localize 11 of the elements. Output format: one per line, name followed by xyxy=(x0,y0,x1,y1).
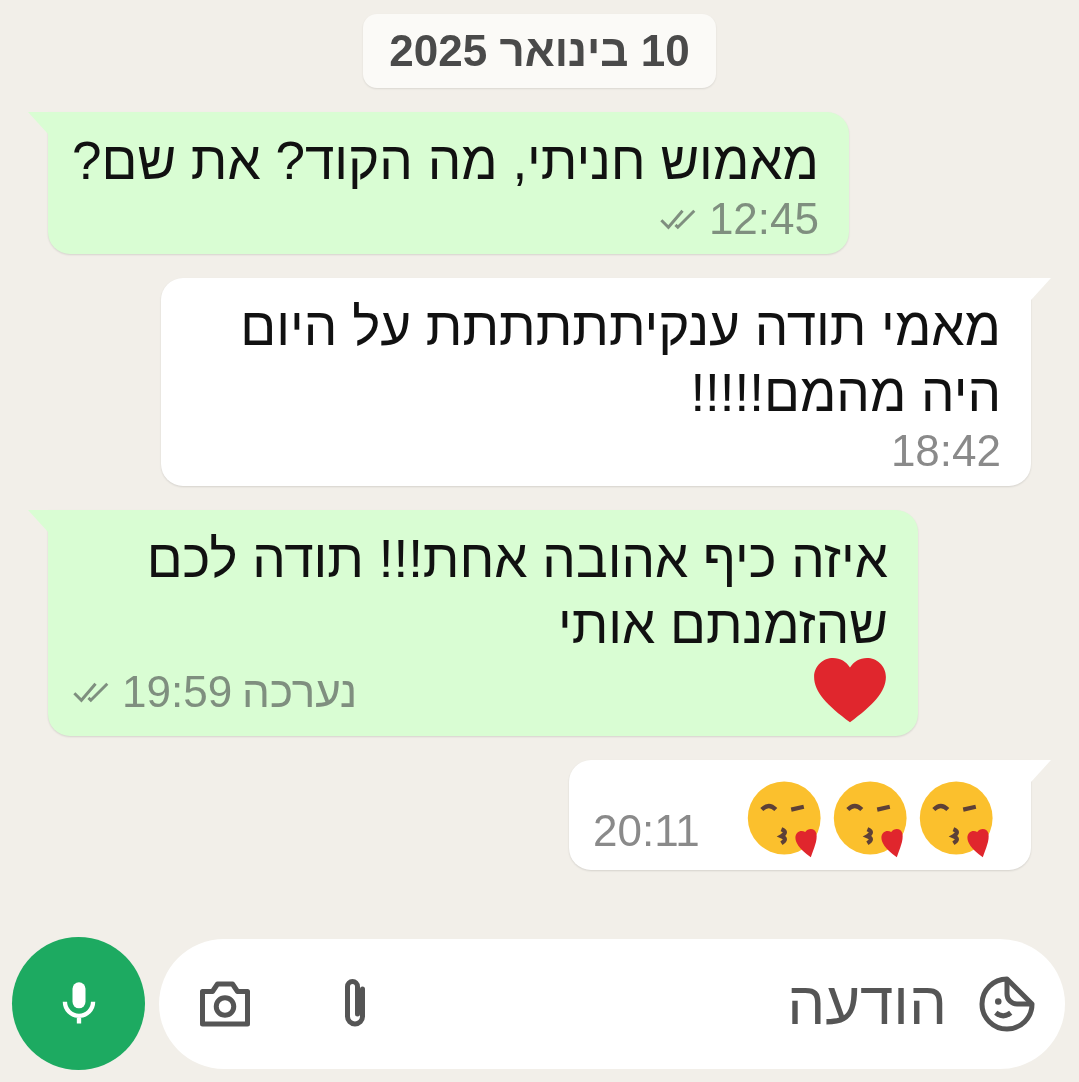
edited-label: נערכה xyxy=(242,667,358,717)
message-time: 20:11 xyxy=(593,806,700,856)
message-text: מאמוש חניתי, מה הקוד? את שם? xyxy=(72,130,819,192)
message-input[interactable]: הודעה xyxy=(415,969,947,1038)
message-time: 19:59 xyxy=(122,667,233,717)
message-text: מאמי תודה ענקיתתתתתת על היום היה מהמם!!!!! xyxy=(239,296,1001,424)
message-text: איזה כיף אהובה אחת!!! תודה לכם שהזמנתם אותי xyxy=(145,528,888,656)
message-time: 18:42 xyxy=(890,426,1001,476)
date-chip: 10 בינואר 2025 xyxy=(363,14,716,88)
message-time: 12:45 xyxy=(708,194,819,244)
composer-bar[interactable]: הודעה xyxy=(159,938,1065,1069)
